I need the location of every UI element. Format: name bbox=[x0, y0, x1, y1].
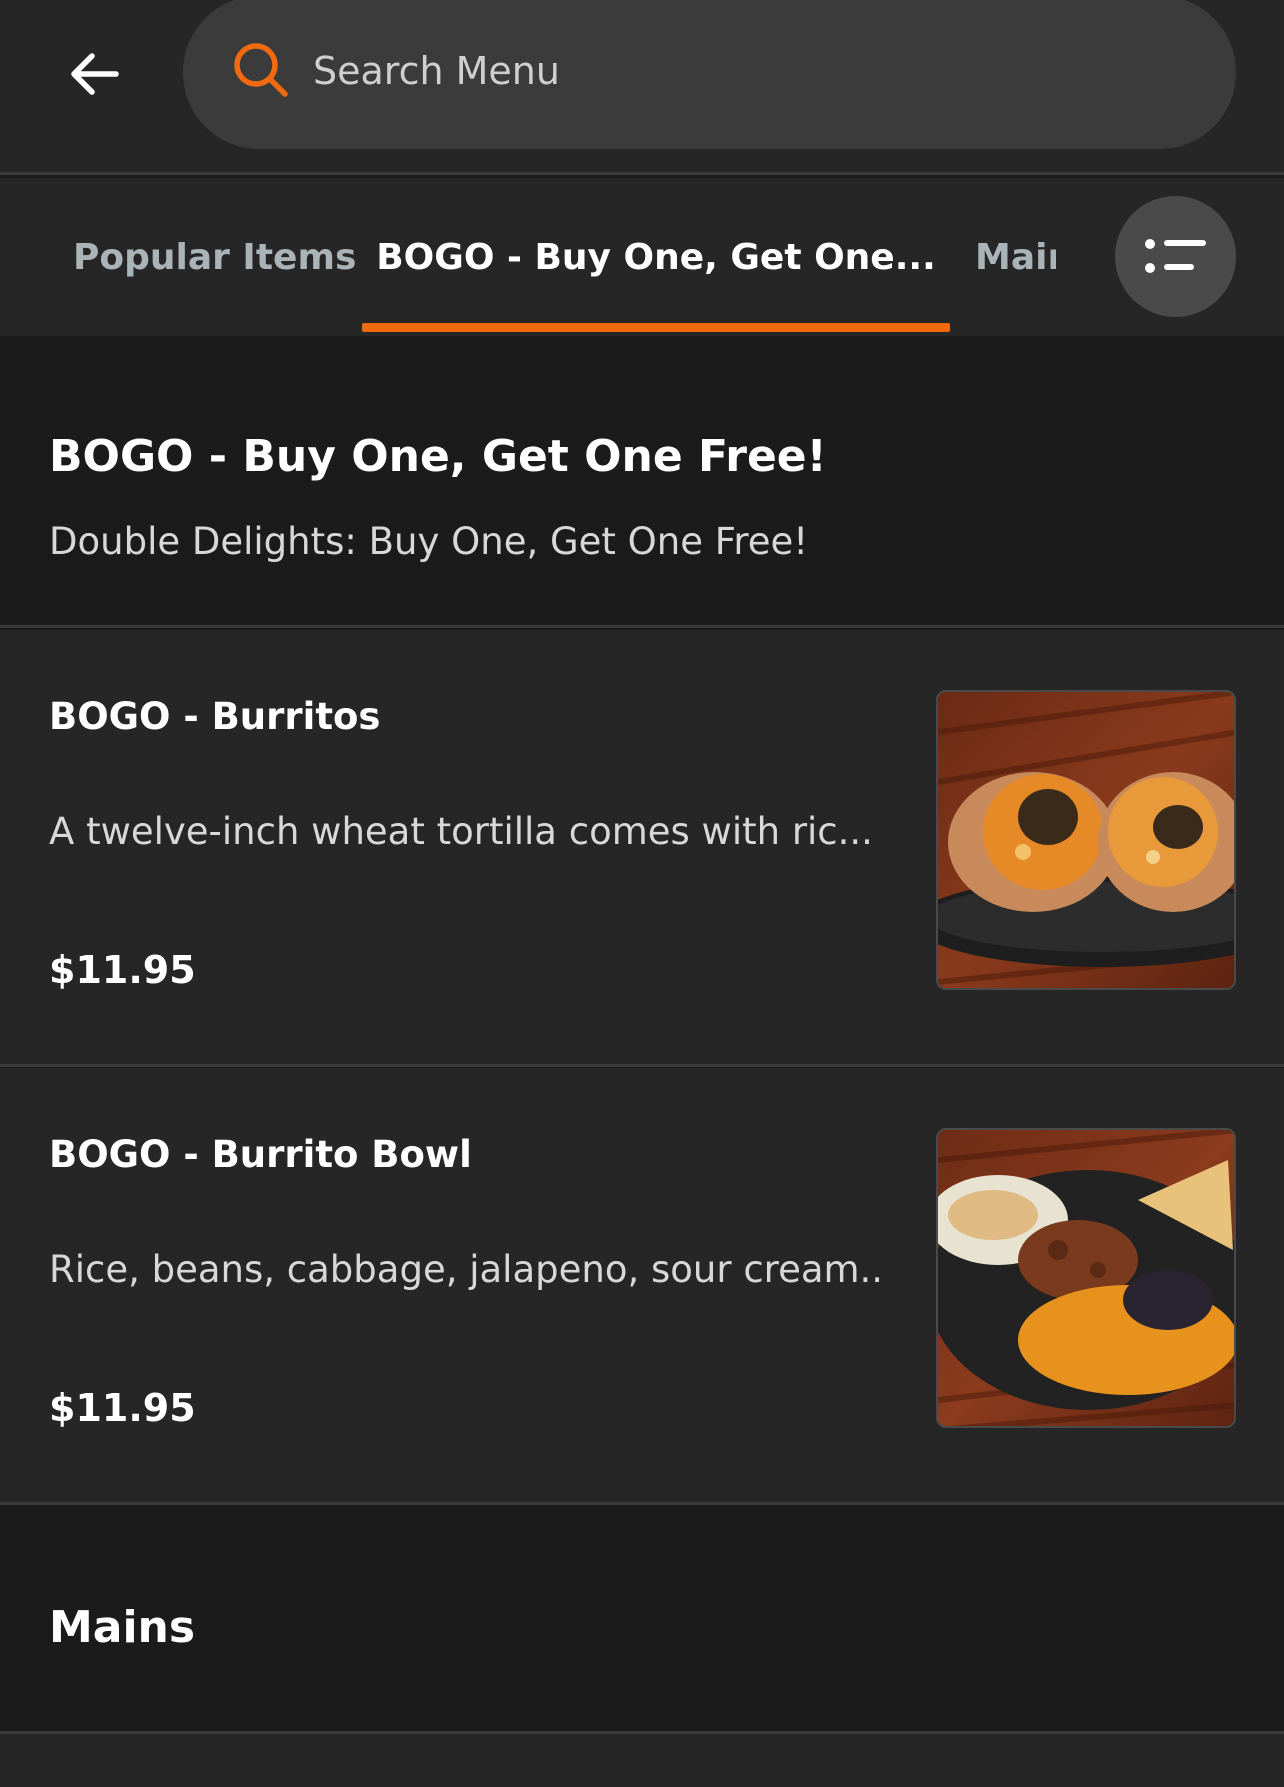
tab-bogo[interactable]: BOGO - Buy One, Get One... bbox=[362, 178, 950, 336]
active-tab-indicator bbox=[362, 323, 950, 332]
item-description: A twelve-inch wheat tortilla comes with … bbox=[49, 810, 873, 853]
item-name: BOGO - Burrito Bowl bbox=[49, 1133, 472, 1176]
top-bar bbox=[0, 0, 1284, 175]
category-list-button[interactable] bbox=[1115, 196, 1236, 317]
item-price: $11.95 bbox=[49, 948, 196, 992]
menu-item[interactable]: BOGO - Burrito Bowl Rice, beans, cabbage… bbox=[0, 1068, 1284, 1505]
search-bar[interactable] bbox=[183, 0, 1236, 149]
tab-popular-items[interactable]: Popular Items bbox=[73, 178, 356, 336]
back-button[interactable] bbox=[56, 36, 132, 112]
section-title: BOGO - Buy One, Get One Free! bbox=[49, 431, 827, 482]
section-header: BOGO - Buy One, Get One Free! Double Del… bbox=[0, 336, 1284, 628]
tab-label: Popular Items bbox=[73, 236, 357, 278]
tab-mains[interactable]: Mains bbox=[975, 178, 1056, 336]
section-header: Mains bbox=[0, 1506, 1284, 1734]
item-price: $11.95 bbox=[49, 1386, 196, 1430]
arrow-left-icon bbox=[71, 53, 119, 95]
search-icon bbox=[234, 43, 288, 97]
section-title: Mains bbox=[49, 1602, 196, 1653]
burrito-photo[interactable] bbox=[936, 690, 1236, 990]
next-item-area bbox=[0, 1734, 1284, 1787]
menu-item[interactable]: BOGO - Burritos A twelve-inch wheat tort… bbox=[0, 630, 1284, 1067]
category-tabs: Popular Items BOGO - Buy One, Get One...… bbox=[0, 178, 1284, 336]
item-name: BOGO - Burritos bbox=[49, 695, 381, 738]
burrito-bowl-photo[interactable] bbox=[936, 1128, 1236, 1428]
tab-label: Mains bbox=[975, 236, 1056, 278]
list-icon bbox=[1144, 238, 1206, 273]
section-description: Double Delights: Buy One, Get One Free! bbox=[49, 520, 809, 563]
tab-label: BOGO - Buy One, Get One... bbox=[376, 236, 936, 278]
search-input[interactable] bbox=[313, 36, 1173, 106]
item-description: Rice, beans, cabbage, jalapeno, sour cre… bbox=[49, 1248, 879, 1291]
